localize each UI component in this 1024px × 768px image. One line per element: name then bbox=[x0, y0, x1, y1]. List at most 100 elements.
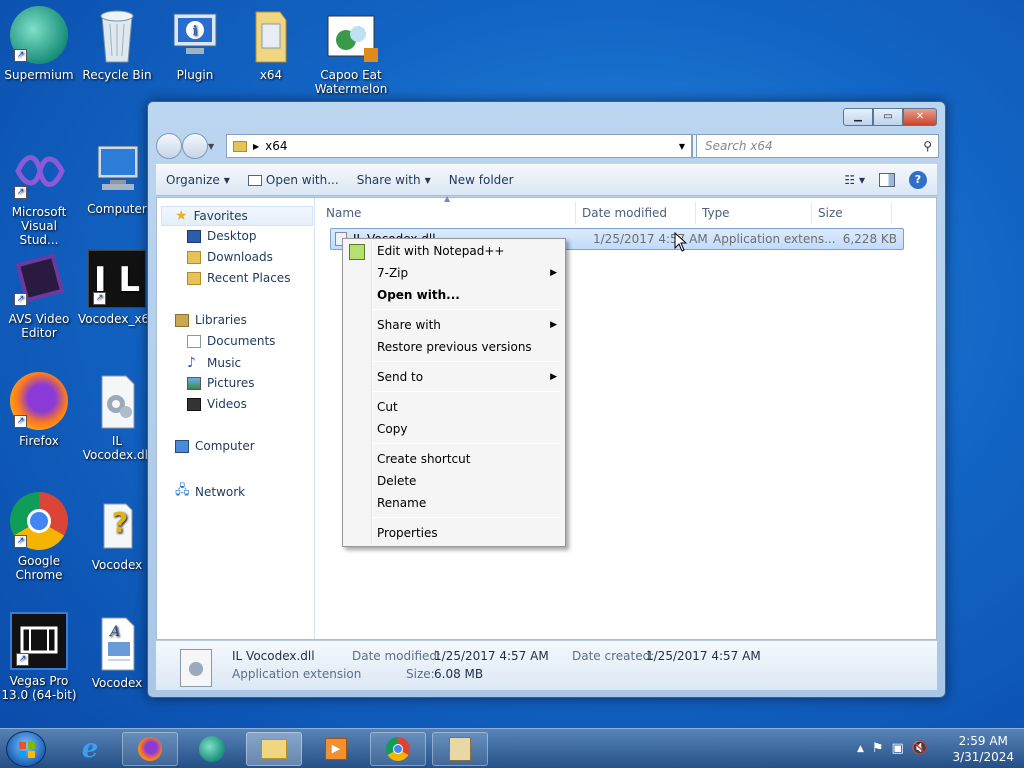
menu-item-delete[interactable]: Delete bbox=[377, 471, 557, 491]
menu-item-copy[interactable]: Copy bbox=[377, 419, 557, 439]
column-date-modified[interactable]: Date modified bbox=[576, 202, 696, 224]
taskbar-supermium[interactable] bbox=[184, 732, 240, 766]
maximize-button[interactable]: ▭ bbox=[873, 108, 903, 126]
shortcut-arrow-icon: ↗ bbox=[14, 49, 27, 62]
desktop-icon-capoo[interactable]: Capoo Eat Watermelon bbox=[312, 6, 390, 98]
desktop-icon-visual-studio[interactable]: ↗ Microsoft Visual Stud... bbox=[0, 143, 78, 247]
nav-recent-places[interactable]: Recent Places bbox=[187, 271, 290, 285]
taskbar-chrome[interactable] bbox=[370, 732, 426, 766]
details-file-name: IL Vocodex.dll bbox=[232, 649, 315, 663]
taskbar-firefox[interactable] bbox=[122, 732, 178, 766]
minimize-button[interactable]: ▁ bbox=[843, 108, 873, 126]
recent-pages-dropdown[interactable]: ▼ bbox=[208, 142, 214, 151]
menu-item-7zip[interactable]: 7-Zip ▶ bbox=[377, 263, 557, 283]
preview-pane-icon[interactable] bbox=[879, 173, 895, 187]
nav-libraries[interactable]: Libraries bbox=[175, 313, 247, 327]
open-with-button[interactable]: Open with... bbox=[247, 173, 339, 187]
clock[interactable]: 2:59 AM 3/31/2024 bbox=[952, 733, 1014, 765]
folder-icon bbox=[261, 739, 287, 759]
close-button[interactable]: ✕ bbox=[903, 108, 937, 126]
volume-muted-icon[interactable]: 🔇 bbox=[912, 741, 928, 757]
desktop-icon-supermium[interactable]: ↗ Supermium bbox=[0, 6, 78, 82]
taskbar-installer[interactable] bbox=[432, 732, 488, 766]
share-with-button[interactable]: Share with ▼ bbox=[357, 173, 431, 187]
nav-music[interactable]: ♪ Music bbox=[187, 355, 241, 371]
desktop-icon-vocodex-unknown[interactable]: ? Vocodex bbox=[78, 496, 156, 572]
search-input[interactable]: Search x64 ⚲ bbox=[696, 134, 939, 158]
desktop-icon-x64-folder[interactable]: x64 bbox=[232, 6, 310, 82]
network-icon[interactable]: ▣ bbox=[892, 741, 904, 757]
menu-item-open-with[interactable]: Open with... bbox=[377, 285, 557, 305]
menu-item-rename[interactable]: Rename bbox=[377, 493, 557, 513]
back-button[interactable] bbox=[156, 133, 182, 159]
vocodex-app-icon: I L ↗ bbox=[88, 250, 146, 308]
navigation-pane: ★ Favorites Desktop Downloads Recent Pla… bbox=[157, 198, 315, 639]
nav-documents[interactable]: Documents bbox=[187, 334, 275, 348]
menu-item-share-with[interactable]: Share with ▶ bbox=[377, 315, 557, 335]
nav-downloads[interactable]: Downloads bbox=[187, 250, 273, 264]
taskbar-internet-explorer[interactable]: e bbox=[62, 732, 118, 766]
avs-video-editor-icon: ↗ bbox=[10, 250, 68, 308]
nav-network[interactable]: 🖧 Network bbox=[175, 481, 245, 503]
desktop-icon-vegas-pro[interactable]: ↗ Vegas Pro 13.0 (64-bit) bbox=[0, 612, 78, 702]
nav-desktop[interactable]: Desktop bbox=[187, 229, 257, 243]
menu-item-properties[interactable]: Properties bbox=[377, 523, 557, 543]
desktop-icon-recycle-bin[interactable]: Recycle Bin bbox=[78, 6, 156, 82]
desktop-icon-firefox[interactable]: ↗ Firefox bbox=[0, 372, 78, 448]
address-bar[interactable]: ▶ x64 ▼ bbox=[226, 134, 692, 158]
column-size[interactable]: Size bbox=[812, 202, 892, 224]
menu-item-edit-notepadpp[interactable]: Edit with Notepad++ bbox=[377, 241, 557, 261]
shortcut-arrow-icon: ↗ bbox=[14, 415, 27, 428]
desktop-icon-avs-video-editor[interactable]: ↗ AVS Video Editor bbox=[0, 250, 78, 340]
column-name[interactable]: Name bbox=[320, 202, 576, 224]
start-button[interactable] bbox=[6, 731, 46, 767]
action-center-flag-icon[interactable]: ⚑ bbox=[872, 741, 884, 757]
menu-item-send-to[interactable]: Send to ▶ bbox=[377, 367, 557, 387]
menu-item-create-shortcut[interactable]: Create shortcut bbox=[377, 449, 557, 469]
desktop-icon-label: IL Vocodex.dll bbox=[82, 434, 152, 462]
menu-item-restore-previous-versions[interactable]: Restore previous versions bbox=[377, 337, 557, 357]
desktop-icon-computer[interactable]: Computer bbox=[78, 140, 156, 216]
new-folder-button[interactable]: New folder bbox=[449, 173, 514, 187]
shortcut-arrow-icon: ↗ bbox=[93, 292, 106, 305]
taskbar-windows-explorer[interactable] bbox=[246, 732, 302, 766]
nav-computer[interactable]: Computer bbox=[175, 439, 255, 453]
desktop-icon-plugin[interactable]: i Plugin bbox=[156, 6, 234, 82]
downloads-icon bbox=[187, 250, 201, 264]
address-dropdown-icon[interactable]: ▼ bbox=[679, 142, 685, 151]
details-size: 6.08 MB bbox=[434, 667, 484, 681]
desktop-icon-vocodex-x64[interactable]: I L ↗ Vocodex_x64 bbox=[78, 250, 157, 326]
desktop-icon-label: Vocodex bbox=[91, 558, 143, 572]
mouse-cursor-icon bbox=[674, 232, 688, 252]
details-date-created: 1/25/2017 4:57 AM bbox=[646, 649, 761, 663]
command-bar: Organize ▼ Open with... Share with ▼ New… bbox=[156, 164, 937, 196]
desktop-icon-google-chrome[interactable]: ↗ Google Chrome bbox=[0, 492, 78, 582]
desktop-icon-label: Recycle Bin bbox=[82, 68, 152, 82]
star-icon: ★ bbox=[175, 208, 188, 224]
desktop-icon-il-vocodex-dll[interactable]: IL Vocodex.dll bbox=[78, 372, 156, 462]
menu-separator bbox=[373, 517, 561, 518]
search-icon[interactable]: ⚲ bbox=[923, 139, 932, 153]
column-type[interactable]: Type bbox=[696, 202, 812, 224]
organize-button[interactable]: Organize ▼ bbox=[166, 173, 230, 187]
show-hidden-icons-chevron-icon[interactable]: ▲ bbox=[857, 741, 864, 757]
nav-pictures[interactable]: Pictures bbox=[187, 376, 255, 390]
internet-explorer-icon: e bbox=[81, 734, 99, 764]
details-pane: IL Vocodex.dll Application extension Dat… bbox=[156, 640, 937, 690]
computer-icon bbox=[88, 140, 146, 198]
file-size: 6,228 KB bbox=[842, 232, 897, 246]
nav-favorites[interactable]: ★ Favorites bbox=[175, 208, 248, 224]
view-options-icon[interactable]: ☷ ▾ bbox=[844, 173, 865, 187]
nav-videos[interactable]: Videos bbox=[187, 397, 247, 411]
desktop-icon-vocodex-doc[interactable]: A Vocodex bbox=[78, 614, 156, 690]
recent-places-icon bbox=[187, 271, 201, 285]
menu-separator bbox=[373, 443, 561, 444]
firefox-icon: ↗ bbox=[10, 372, 68, 430]
forward-button[interactable] bbox=[182, 133, 208, 159]
menu-item-cut[interactable]: Cut bbox=[377, 397, 557, 417]
breadcrumb-x64[interactable]: x64 bbox=[265, 139, 287, 153]
help-icon[interactable]: ? bbox=[909, 171, 927, 189]
taskbar-media-player[interactable]: ▶ bbox=[308, 732, 364, 766]
window-icon bbox=[247, 174, 262, 186]
chrome-icon bbox=[386, 737, 410, 761]
